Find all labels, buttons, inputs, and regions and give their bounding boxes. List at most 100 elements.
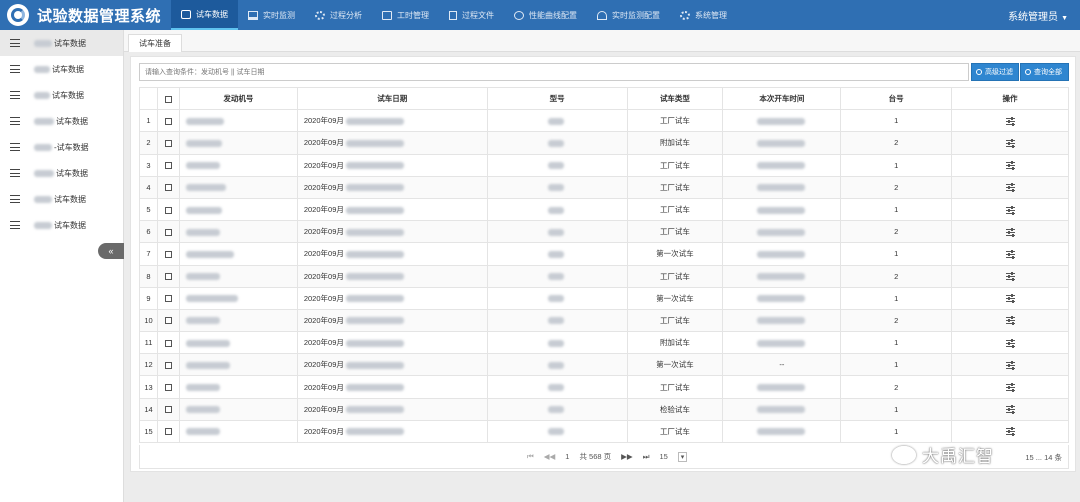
redacted-text	[185, 184, 226, 192]
sliders-icon[interactable]	[1005, 138, 1015, 148]
redacted-text	[34, 39, 52, 47]
search-input[interactable]	[139, 63, 969, 81]
sliders-icon[interactable]	[1005, 227, 1015, 237]
row-checkbox[interactable]	[164, 384, 172, 392]
tab-test-prep[interactable]: 试车准备	[128, 34, 182, 52]
row-checkbox[interactable]	[164, 117, 172, 125]
sidebar-collapse-button[interactable]: «	[98, 243, 124, 259]
row-checkbox[interactable]	[164, 361, 172, 369]
table-row[interactable]: 6 2020年09月 工厂试车 2	[139, 220, 1069, 244]
nav-work-hours[interactable]: 工时管理	[372, 0, 439, 30]
redacted-text	[185, 228, 220, 236]
row-number: 14	[139, 397, 158, 421]
table-row[interactable]: 5 2020年09月 工厂试车 1	[139, 197, 1069, 222]
table-row[interactable]: 3 2020年09月 工厂试车 1	[139, 153, 1069, 177]
row-checkbox[interactable]	[164, 139, 172, 147]
engine-number-cell	[178, 242, 298, 266]
engine-number-cell	[178, 109, 298, 133]
sliders-icon[interactable]	[1005, 405, 1015, 415]
nav-realtime-monitor[interactable]: 实时监测	[238, 0, 305, 30]
stand-number-cell: 1	[840, 397, 953, 421]
table-row[interactable]: 14 2020年09月 检验试车 1	[139, 397, 1069, 421]
column-header[interactable]: 台号	[840, 86, 953, 111]
table-row[interactable]: 7 2020年09月 第一次试车 1	[139, 242, 1069, 266]
redacted-text	[185, 250, 234, 258]
column-header[interactable]: 发动机号	[178, 86, 298, 111]
sidebar-item[interactable]: 试车数据	[0, 82, 123, 108]
sliders-icon[interactable]	[1005, 272, 1015, 282]
table-row[interactable]: 10 2020年09月 工厂试车 2	[139, 308, 1069, 333]
run-time-cell	[722, 308, 842, 333]
table-row[interactable]: 2 2020年09月 附加试车 2	[139, 131, 1069, 155]
sliders-icon[interactable]	[1005, 427, 1015, 437]
nav-test-data[interactable]: 试车数据	[171, 0, 238, 30]
redacted-text	[34, 65, 50, 73]
model-cell	[486, 375, 628, 399]
table-row[interactable]: 9 2020年09月 第一次试车 1	[139, 286, 1069, 310]
page-size-select[interactable]: ▾	[677, 451, 688, 462]
sliders-icon[interactable]	[1005, 116, 1015, 126]
row-checkbox[interactable]	[164, 339, 172, 347]
column-header[interactable]: 本次开车时间	[722, 86, 842, 111]
run-time-cell	[722, 175, 842, 199]
advanced-filter-button[interactable]: 高级过滤	[971, 63, 1019, 81]
user-menu[interactable]: 系统管理员 ▼	[1008, 8, 1068, 23]
column-header[interactable]: 试车类型	[626, 86, 724, 111]
first-page-icon[interactable]: ⏮	[527, 452, 534, 462]
nav-process-analysis[interactable]: 过程分析	[305, 0, 372, 30]
sliders-icon[interactable]	[1005, 161, 1015, 171]
table-row[interactable]: 12 2020年09月 第一次试车 -- 1	[139, 353, 1069, 377]
column-header[interactable]: 型号	[486, 86, 628, 111]
sliders-icon[interactable]	[1005, 316, 1015, 326]
sliders-icon[interactable]	[1005, 294, 1015, 304]
current-page[interactable]: 1	[565, 452, 569, 461]
run-time-cell	[722, 331, 842, 355]
run-time-cell	[722, 419, 842, 444]
nav-process-files[interactable]: 过程文件	[439, 0, 504, 30]
sidebar-item[interactable]: 试车数据	[0, 186, 123, 212]
model-cell	[486, 308, 628, 333]
next-page-icon[interactable]: ▶▶	[621, 452, 633, 461]
select-all-checkbox[interactable]	[164, 95, 172, 103]
sidebar-item[interactable]: 试车数据	[0, 212, 123, 238]
sliders-icon[interactable]	[1005, 383, 1015, 393]
query-all-button[interactable]: 查询全部	[1020, 63, 1069, 81]
sidebar-item[interactable]: -试车数据	[0, 134, 123, 160]
table-header-row: 发动机号 试车日期 型号 试车类型 本次开车时间 台号 操作	[139, 86, 1069, 111]
nav-monitor-config[interactable]: 实时监测配置	[587, 0, 670, 30]
operation-cell	[951, 175, 1069, 199]
row-checkbox[interactable]	[164, 317, 172, 325]
nav-curve-config[interactable]: 性能曲线配置	[504, 0, 587, 30]
sliders-icon[interactable]	[1005, 338, 1015, 348]
row-checkbox[interactable]	[164, 250, 172, 258]
test-date-cell: 2020年09月	[296, 353, 488, 377]
sliders-icon[interactable]	[1005, 249, 1015, 259]
sidebar-item[interactable]: 试车数据	[0, 160, 123, 186]
redacted-text	[34, 195, 52, 203]
table-row[interactable]: 4 2020年09月 工厂试车 2	[139, 175, 1069, 199]
row-checkbox[interactable]	[164, 428, 172, 436]
row-checkbox[interactable]	[164, 206, 172, 214]
table-row[interactable]: 11 2020年09月 附加试车 1	[139, 331, 1069, 355]
sliders-icon[interactable]	[1005, 360, 1015, 370]
table-row[interactable]: 1 2020年09月 工厂试车 1	[139, 109, 1069, 133]
redacted-text	[185, 406, 220, 414]
row-checkbox[interactable]	[164, 184, 172, 192]
row-checkbox[interactable]	[164, 162, 172, 170]
row-checkbox[interactable]	[164, 406, 172, 414]
row-checkbox[interactable]	[164, 228, 172, 236]
sidebar-item[interactable]: 试车数据	[0, 30, 123, 56]
row-checkbox[interactable]	[164, 273, 172, 281]
sidebar-item[interactable]: 试车数据	[0, 108, 123, 134]
nav-system-admin[interactable]: 系统管理	[670, 0, 737, 30]
last-page-icon[interactable]: ⏭	[643, 452, 650, 462]
column-header[interactable]: 试车日期	[296, 86, 488, 111]
table-row[interactable]: 13 2020年09月 工厂试车 2	[139, 375, 1069, 399]
prev-page-icon[interactable]: ◀◀	[544, 452, 556, 461]
table-row[interactable]: 8 2020年09月 工厂试车 2	[139, 264, 1069, 288]
sliders-icon[interactable]	[1005, 205, 1015, 215]
sidebar-item[interactable]: 试车数据	[0, 56, 123, 82]
row-checkbox[interactable]	[164, 295, 172, 303]
table-row[interactable]: 15 2020年09月 工厂试车 1	[139, 419, 1069, 444]
sliders-icon[interactable]	[1005, 183, 1015, 193]
